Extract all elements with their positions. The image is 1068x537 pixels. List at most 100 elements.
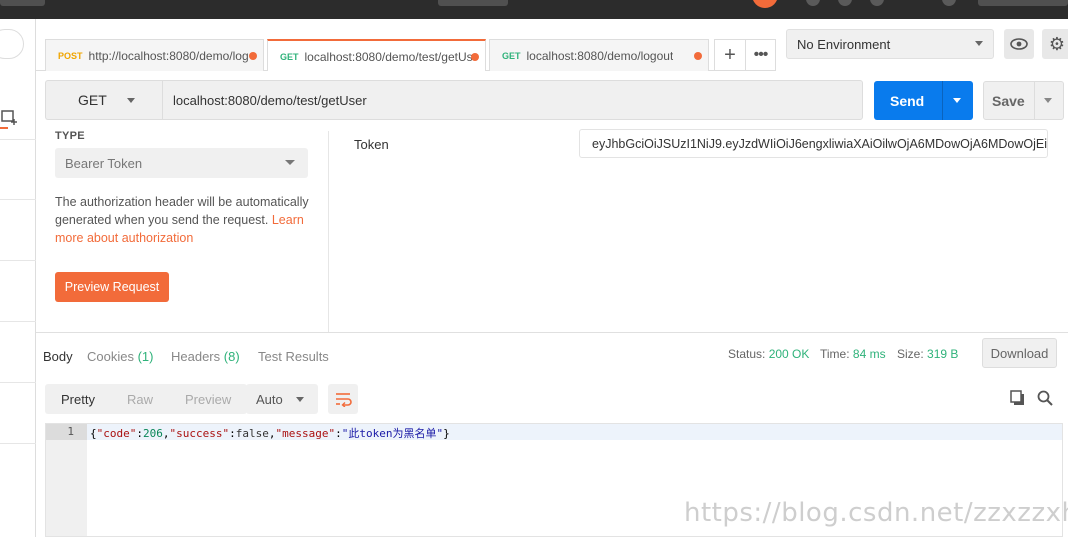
tab-cookies-label: Cookies — [87, 349, 134, 364]
upgrade-button[interactable] — [978, 0, 1068, 6]
title-bar-button[interactable] — [438, 0, 508, 6]
tab-method: GET — [502, 50, 521, 61]
json-value: "此token为黑名单" — [341, 427, 444, 440]
window-menu-button[interactable] — [0, 0, 45, 6]
divider — [0, 139, 36, 140]
json-brace: { — [90, 427, 97, 440]
tab-get-logout[interactable]: GET localhost:8080/demo/logout — [489, 39, 709, 71]
eye-icon — [1010, 38, 1028, 50]
save-button-label: Save — [992, 92, 1025, 109]
search-icon[interactable] — [1037, 390, 1053, 409]
preview-request-button[interactable]: Preview Request — [55, 272, 169, 302]
download-button[interactable]: Download — [982, 338, 1057, 368]
time-value: 84 ms — [852, 347, 886, 361]
auth-type-panel: TYPE Bearer Token The authorization head… — [36, 130, 329, 332]
unsaved-dot-icon — [471, 53, 479, 61]
unsaved-dot-icon — [249, 52, 257, 60]
divider — [0, 199, 36, 200]
send-button[interactable]: Send — [874, 81, 973, 120]
divider — [0, 382, 36, 383]
divider — [0, 443, 36, 444]
title-bar — [0, 0, 1068, 19]
json-key: "success" — [169, 427, 230, 440]
size-info: Size: 319 B — [897, 347, 958, 361]
status-label: Status: — [728, 347, 766, 361]
response-tabs: Body Cookies (1) Headers (8) Test Result… — [36, 332, 1068, 374]
environment-quick-look-button[interactable] — [1004, 29, 1034, 59]
send-button-label: Send — [890, 92, 925, 109]
json-key: "code" — [96, 427, 137, 440]
auth-description: The authorization header will be automat… — [55, 193, 315, 247]
json-key: "message" — [275, 427, 336, 440]
manage-environments-button[interactable]: ⚙ — [1042, 29, 1068, 59]
time-label: Time: — [820, 347, 850, 361]
sidebar-active-indicator — [0, 127, 8, 129]
sidebar — [0, 19, 36, 537]
avatar[interactable] — [942, 0, 956, 6]
tab-url: http://localhost:8080/demo/log — [88, 48, 249, 63]
tab-body[interactable]: Body — [43, 349, 73, 364]
new-tab-button[interactable]: + — [714, 39, 746, 71]
tab-headers-label: Headers — [171, 349, 221, 364]
divider — [1034, 82, 1035, 119]
token-field[interactable]: eyJhbGciOiJSUzI1NiJ9.eyJzdWIiOiJ6engxliw… — [579, 129, 1048, 158]
json-value: false — [235, 427, 269, 440]
json-brace: } — [443, 427, 450, 440]
auth-type-label: TYPE — [55, 130, 85, 142]
status-value: 200 OK — [768, 347, 810, 361]
more-tabs-button[interactable]: ••• — [746, 39, 776, 71]
tab-cookies[interactable]: Cookies (1) — [87, 349, 153, 364]
size-label: Size: — [897, 347, 924, 361]
environment-select-value: No Environment — [797, 36, 891, 52]
divider — [0, 260, 36, 261]
view-preview[interactable]: Preview — [169, 384, 247, 414]
sidebar-search[interactable] — [0, 29, 24, 59]
unsaved-dot-icon — [694, 52, 702, 60]
method-select-value: GET — [78, 92, 107, 108]
tab-headers[interactable]: Headers (8) — [171, 349, 240, 364]
auth-description-text: The authorization header will be automat… — [55, 195, 309, 227]
wrap-lines-icon — [336, 393, 352, 407]
tab-get-user[interactable]: GET localhost:8080/demo/test/getUs — [267, 39, 486, 72]
title-bar-icon[interactable] — [806, 0, 820, 6]
tab-post-login[interactable]: POST http://localhost:8080/demo/log — [45, 39, 264, 71]
tab-url: localhost:8080/demo/test/getUs — [304, 49, 473, 64]
watermark: https://blog.csdn.net/zzxzzxhao — [684, 498, 1068, 528]
view-raw[interactable]: Raw — [111, 384, 169, 414]
chevron-down-icon — [296, 397, 304, 402]
title-bar-icon[interactable] — [838, 0, 852, 6]
divider — [942, 81, 943, 120]
gear-icon: ⚙ — [1048, 33, 1066, 54]
format-select-value: Auto — [256, 391, 283, 407]
send-options-chevron-icon[interactable] — [953, 98, 961, 103]
method-select[interactable]: GET — [45, 80, 162, 120]
environment-bar: No Environment ⚙ — [776, 19, 1068, 71]
time-info: Time: 84 ms — [820, 347, 886, 361]
url-input[interactable] — [162, 80, 863, 120]
wrap-lines-button[interactable] — [328, 384, 358, 414]
title-bar-icon[interactable] — [870, 0, 884, 6]
response-body-line: {"code":206,"success":false,"message":"此… — [90, 427, 450, 440]
request-bar: GET Send Save — [36, 71, 1068, 131]
view-pretty[interactable]: Pretty — [45, 384, 111, 414]
line-gutter — [46, 424, 87, 536]
environment-select[interactable]: No Environment — [786, 29, 994, 59]
tab-test-results[interactable]: Test Results — [258, 349, 329, 364]
tab-method: GET — [280, 51, 299, 62]
json-value: 206 — [143, 427, 163, 440]
chevron-down-icon — [975, 41, 983, 46]
response-toolbar: Pretty Raw Preview Auto — [36, 374, 1068, 422]
divider — [0, 321, 36, 322]
status-info: Status: 200 OK — [728, 347, 809, 361]
tab-url: localhost:8080/demo/logout — [526, 48, 674, 63]
save-options-chevron-icon[interactable] — [1044, 98, 1052, 103]
chevron-down-icon — [285, 160, 295, 165]
save-button[interactable]: Save — [983, 81, 1064, 120]
sync-status-icon[interactable] — [752, 0, 778, 8]
copy-icon[interactable] — [1010, 390, 1026, 409]
format-select[interactable]: Auto — [246, 384, 318, 414]
view-mode-segment: Pretty Raw Preview — [45, 384, 248, 414]
new-collection-icon[interactable] — [1, 109, 19, 128]
auth-type-select[interactable]: Bearer Token — [55, 148, 308, 178]
auth-type-value: Bearer Token — [65, 155, 143, 171]
